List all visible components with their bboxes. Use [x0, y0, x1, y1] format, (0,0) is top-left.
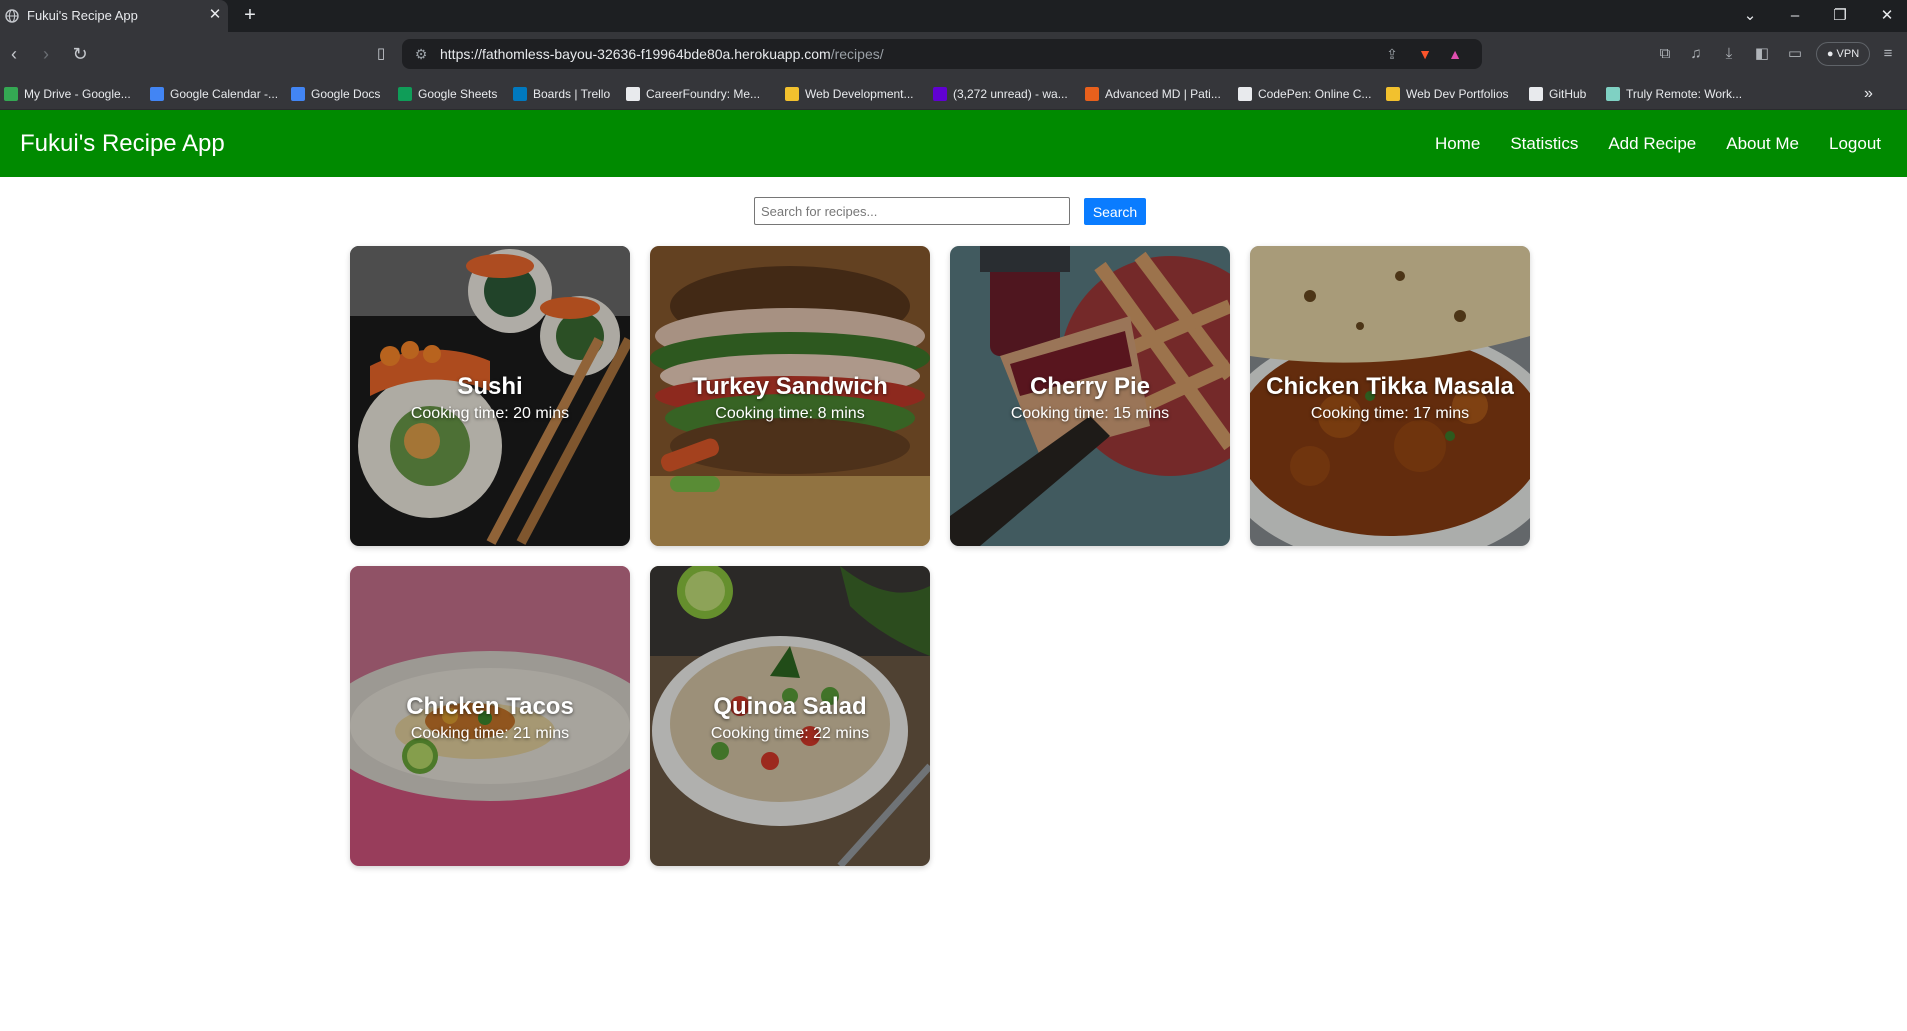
forward-icon[interactable]: ›: [36, 44, 56, 64]
bookmark-label: Google Calendar -...: [170, 87, 279, 101]
bookmark-label: My Drive - Google...: [24, 87, 131, 101]
address-bar[interactable]: ⚙ https://fathomless-bayou-32636-f19964b…: [402, 39, 1482, 69]
bookmark-label: Google Sheets: [418, 87, 498, 101]
truly-remote-icon: [1606, 87, 1620, 101]
recipe-card[interactable]: Sushi Cooking time: 20 mins: [350, 246, 630, 546]
careerfoundry-icon: [626, 87, 640, 101]
wallet-icon[interactable]: ▭: [1785, 44, 1805, 64]
bookmarks-bar: My Drive - Google... Google Calendar -...…: [0, 77, 1907, 110]
google-sheets-icon: [398, 87, 412, 101]
nav-statistics[interactable]: Statistics: [1510, 134, 1578, 154]
folder-icon: [785, 87, 799, 101]
nav-home[interactable]: Home: [1435, 134, 1480, 154]
bookmark-label: Web Development...: [805, 87, 914, 101]
yahoo-mail-icon: [933, 87, 947, 101]
google-drive-icon: [4, 87, 18, 101]
site-info-icon[interactable]: ⚙: [412, 45, 430, 63]
new-tab-icon[interactable]: +: [240, 5, 260, 25]
recipe-cooking-time: Cooking time: 17 mins: [1310, 405, 1470, 422]
bookmark-label: Truly Remote: Work...: [1626, 87, 1743, 101]
app-brand[interactable]: Fukui's Recipe App: [20, 130, 225, 158]
globe-icon: [5, 9, 19, 23]
close-tab-icon[interactable]: ✕: [206, 6, 224, 24]
share-icon[interactable]: ⇪: [1383, 45, 1401, 63]
restore-icon[interactable]: ❐: [1829, 5, 1851, 27]
bookmark-item[interactable]: (3,272 unread) - wa...: [933, 85, 1068, 103]
close-window-icon[interactable]: ✕: [1876, 5, 1898, 27]
sidebar-icon[interactable]: ◧: [1752, 44, 1772, 64]
folder-icon: [1386, 87, 1400, 101]
bookmark-item[interactable]: Advanced MD | Pati...: [1085, 85, 1221, 103]
bookmark-item[interactable]: Truly Remote: Work...: [1606, 85, 1742, 103]
bookmark-item[interactable]: Google Sheets: [398, 85, 497, 103]
bookmark-item[interactable]: CodePen: Online C...: [1238, 85, 1371, 103]
recipe-cooking-time: Cooking time: 22 mins: [710, 725, 870, 742]
tab-search-chevron-icon[interactable]: ⌄: [1739, 5, 1761, 27]
recipe-name[interactable]: Sushi: [350, 373, 630, 401]
bookmark-label: (3,272 unread) - wa...: [953, 87, 1068, 101]
bookmark-label: Google Docs: [311, 87, 381, 101]
bookmark-label: Boards | Trello: [533, 87, 611, 101]
nav-about-me[interactable]: About Me: [1726, 134, 1799, 154]
download-icon[interactable]: ⤓: [1719, 44, 1739, 64]
recipe-card[interactable]: Chicken Tacos Cooking time: 21 mins: [350, 566, 630, 866]
recipe-name[interactable]: Cherry Pie: [950, 373, 1230, 401]
advancedmd-icon: [1085, 87, 1099, 101]
bookmark-item[interactable]: Web Development...: [785, 85, 914, 103]
recipe-name[interactable]: Quinoa Salad: [650, 693, 930, 721]
recipe-card[interactable]: Turkey Sandwich Cooking time: 8 mins: [650, 246, 930, 546]
browser-toolbar: ‹ › ↻ ▯ ⚙ https://fathomless-bayou-32636…: [0, 32, 1907, 77]
codepen-icon: [1238, 87, 1252, 101]
bookmark-page-icon[interactable]: ▯: [371, 44, 391, 64]
recipe-cooking-time: Cooking time: 8 mins: [715, 405, 865, 422]
recipe-name[interactable]: Chicken Tikka Masala: [1250, 373, 1530, 401]
bookmark-item[interactable]: Web Dev Portfolios: [1386, 85, 1509, 103]
recipe-cooking-time: Cooking time: 20 mins: [410, 405, 570, 422]
app-header: Fukui's Recipe App Home Statistics Add R…: [0, 110, 1907, 177]
browser-tab[interactable]: Fukui's Recipe App ✕: [0, 0, 228, 32]
bookmark-item[interactable]: Boards | Trello: [513, 85, 610, 103]
recipe-card[interactable]: Cherry Pie Cooking time: 15 mins: [950, 246, 1230, 546]
recipe-cooking-time: Cooking time: 21 mins: [410, 725, 570, 742]
back-icon[interactable]: ‹: [4, 44, 24, 64]
trello-icon: [513, 87, 527, 101]
recipe-grid: Sushi Cooking time: 20 mins Turkey Sandwi…: [350, 246, 1531, 866]
nav-add-recipe[interactable]: Add Recipe: [1608, 134, 1696, 154]
bookmark-item[interactable]: Google Docs: [291, 85, 380, 103]
github-icon: [1529, 87, 1543, 101]
extensions-icon[interactable]: ⧉: [1655, 44, 1675, 64]
bookmark-item[interactable]: My Drive - Google...: [4, 85, 131, 103]
google-docs-icon: [291, 87, 305, 101]
bookmark-label: Advanced MD | Pati...: [1105, 87, 1221, 101]
main-nav: Home Statistics Add Recipe About Me Logo…: [1435, 110, 1881, 177]
recipe-cooking-time: Cooking time: 15 mins: [1010, 405, 1170, 422]
bookmark-label: GitHub: [1549, 87, 1587, 101]
search-button[interactable]: Search: [1084, 198, 1146, 225]
tab-title: Fukui's Recipe App: [27, 8, 138, 23]
bookmark-label: CodePen: Online C...: [1258, 87, 1372, 101]
brave-rewards-icon[interactable]: ▲: [1446, 45, 1464, 63]
more-bookmarks-icon[interactable]: »: [1864, 85, 1873, 103]
reload-icon[interactable]: ↻: [70, 44, 90, 64]
recipe-name[interactable]: Chicken Tacos: [350, 693, 630, 721]
minimize-icon[interactable]: –: [1784, 5, 1806, 27]
brave-shields-icon[interactable]: ▼: [1416, 45, 1434, 63]
menu-icon[interactable]: ≡: [1878, 44, 1898, 64]
recipe-card[interactable]: Quinoa Salad Cooking time: 22 mins: [650, 566, 930, 866]
recipe-name[interactable]: Turkey Sandwich: [650, 373, 930, 401]
recipe-card[interactable]: Chicken Tikka Masala Cooking time: 17 min…: [1250, 246, 1530, 546]
bookmark-label: CareerFoundry: Me...: [646, 87, 761, 101]
bookmark-item[interactable]: Google Calendar -...: [150, 85, 278, 103]
recipe-search-form: Search: [754, 197, 1146, 225]
nav-logout[interactable]: Logout: [1829, 134, 1881, 154]
browser-tab-strip: Fukui's Recipe App ✕ + ⌄ – ❐ ✕: [0, 0, 1907, 32]
bookmark-item[interactable]: CareerFoundry: Me...: [626, 85, 760, 103]
music-icon[interactable]: ♫: [1686, 44, 1706, 64]
bookmark-item[interactable]: GitHub: [1529, 85, 1586, 103]
bookmark-label: Web Dev Portfolios: [1406, 87, 1509, 101]
search-input[interactable]: [754, 197, 1070, 225]
vpn-button[interactable]: ● VPN: [1816, 42, 1870, 66]
url-text[interactable]: https://fathomless-bayou-32636-f19964bde…: [440, 46, 884, 62]
google-calendar-icon: [150, 87, 164, 101]
